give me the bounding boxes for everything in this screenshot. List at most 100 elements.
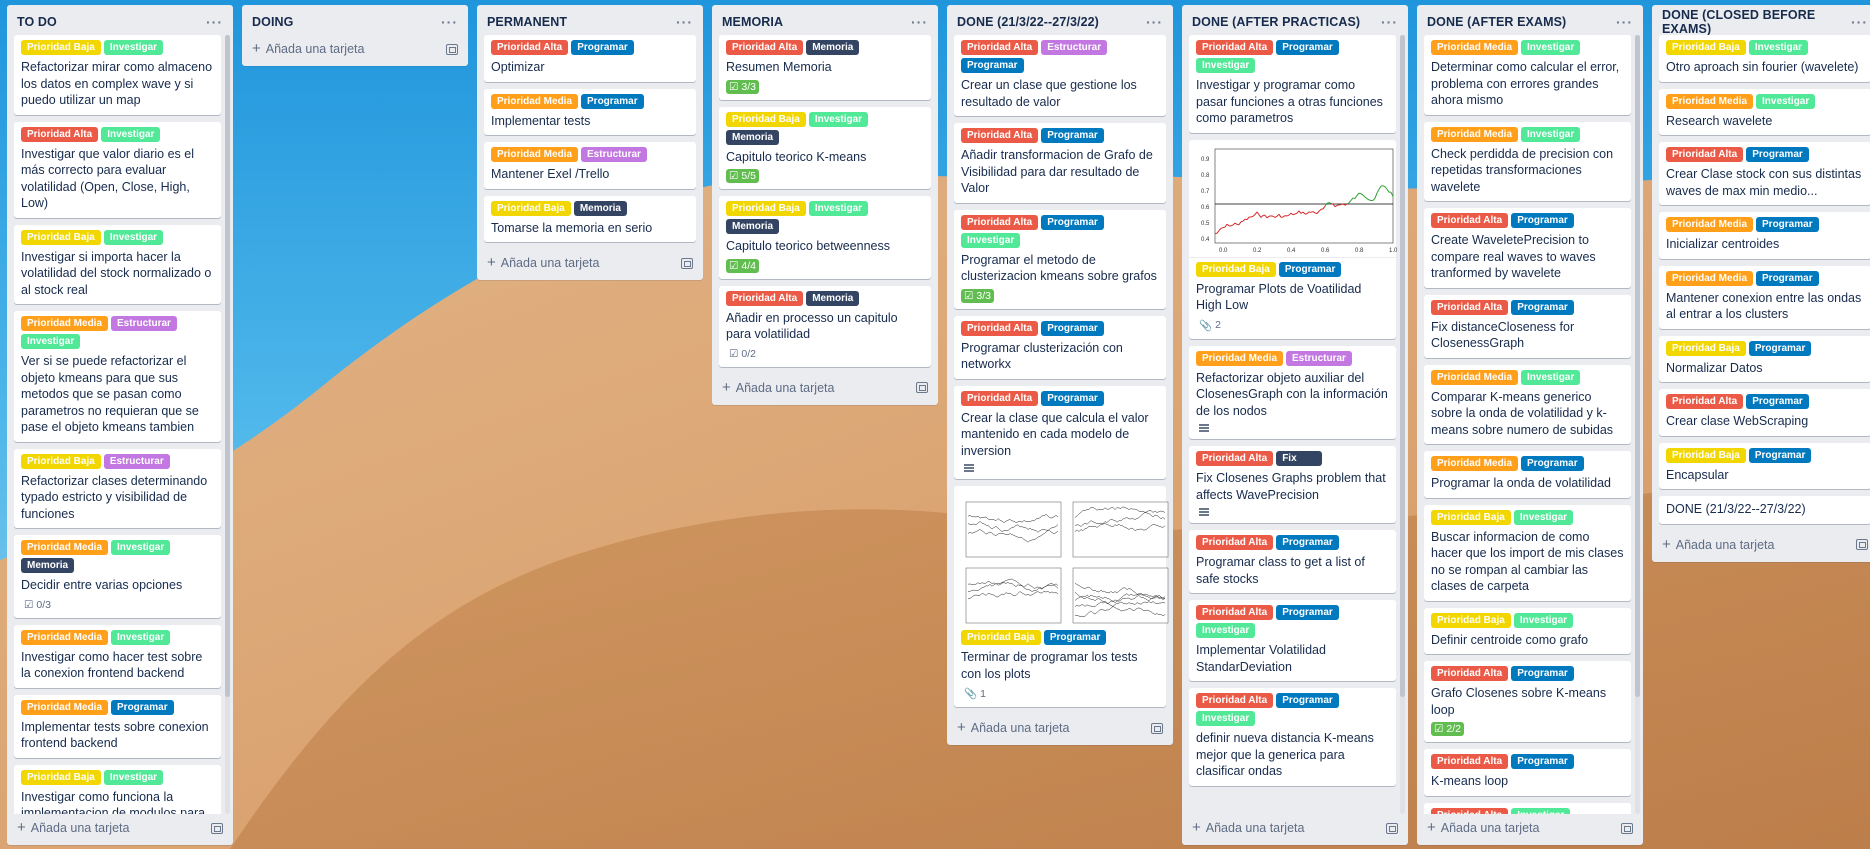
list-menu-icon[interactable]: ··· (1851, 14, 1868, 30)
vertical-scrollbar[interactable] (225, 35, 230, 814)
label-baja[interactable]: Prioridad Baja (1431, 509, 1511, 525)
list-menu-icon[interactable]: ··· (676, 14, 693, 30)
list-title[interactable]: PERMANENT (487, 15, 567, 29)
add-card-button[interactable]: + Añada una tarjeta (1652, 531, 1870, 562)
label-investigar[interactable]: Investigar (1196, 623, 1256, 638)
card[interactable]: Prioridad Media Estructurar Refactorizar o… (1189, 345, 1396, 439)
label-media[interactable]: Prioridad Media (1431, 369, 1519, 385)
card[interactable]: Prioridad Alta Investigar Investigar que v… (14, 121, 221, 218)
list-title[interactable]: DONE (AFTER EXAMS) (1427, 15, 1566, 29)
label-media[interactable]: Prioridad Media (1431, 126, 1519, 142)
card[interactable]: Prioridad Alta Programar Crear Clase stock… (1659, 142, 1870, 205)
label-alta[interactable]: Prioridad Alta (1431, 299, 1509, 315)
card[interactable]: Prioridad Alta Memoria Resumen Memoria ☑ 3/… (719, 35, 931, 100)
label-programar[interactable]: Programar (1511, 213, 1574, 228)
card[interactable]: Prioridad Media Estructurar Mantener Exel … (484, 142, 696, 189)
label-investigar[interactable]: Investigar (103, 769, 164, 785)
add-card-button[interactable]: + Añada una tarjeta (712, 374, 938, 405)
card[interactable]: Prioridad Alta Programar Crear clase WebSc… (1659, 389, 1870, 436)
label-investigar[interactable]: Investigar (1513, 509, 1574, 525)
label-alta[interactable]: Prioridad Alta (1431, 666, 1509, 681)
card[interactable]: Prioridad Alta Programar Crear la clase qu… (954, 385, 1166, 479)
create-from-template-icon[interactable] (1621, 822, 1633, 834)
add-card-button[interactable]: + Añada una tarjeta (7, 814, 233, 845)
label-memoria[interactable]: Memoria (21, 558, 75, 573)
label-baja[interactable]: Prioridad Baja (21, 40, 101, 55)
label-alta[interactable]: Prioridad Alta (961, 390, 1039, 406)
card[interactable]: Prioridad Alta Programar Create WaveletePr… (1424, 208, 1631, 288)
add-card-button[interactable]: + Añada una tarjeta (1417, 814, 1643, 845)
label-estructurar[interactable]: Estructurar (1041, 40, 1108, 55)
label-estructurar[interactable]: Estructurar (111, 316, 177, 331)
card[interactable]: Prioridad Baja Programar Encapsular (1659, 442, 1870, 489)
card[interactable]: Prioridad Alta Programar Investigar Program… (954, 209, 1166, 309)
list-menu-icon[interactable]: ··· (441, 14, 458, 30)
card[interactable]: Prioridad Baja Programar Normalizar Datos (1659, 335, 1870, 382)
add-card-button[interactable]: + Añada una tarjeta (477, 249, 703, 280)
label-baja[interactable]: Prioridad Baja (1196, 261, 1276, 277)
label-investigar[interactable]: Investigar (1521, 369, 1581, 385)
label-alta[interactable]: Prioridad Alta (1431, 213, 1509, 228)
create-from-template-icon[interactable] (1151, 722, 1163, 734)
label-alta[interactable]: Prioridad Alta (1666, 147, 1744, 162)
label-programar[interactable]: Programar (1746, 147, 1809, 162)
label-programar[interactable]: Programar (1041, 390, 1104, 406)
list-title[interactable]: DONE (CLOSED BEFORE EXAMS) (1662, 8, 1851, 36)
label-programar[interactable]: Programar (111, 699, 174, 715)
label-baja[interactable]: Prioridad Baja (21, 769, 101, 785)
list-menu-icon[interactable]: ··· (1381, 14, 1398, 30)
card[interactable]: Prioridad Baja Investigar Investigar si im… (14, 224, 221, 304)
card[interactable]: Prioridad Media Investigar Comparar K-mean… (1424, 364, 1631, 444)
label-estructurar[interactable]: Estructurar (103, 453, 170, 469)
label-memoria[interactable]: Memoria (726, 219, 780, 234)
label-media[interactable]: Prioridad Media (21, 699, 109, 715)
card[interactable]: Prioridad Media Programar Implementar test… (484, 88, 696, 135)
card[interactable]: Prioridad Alta Programar K-means loop (1424, 749, 1631, 796)
card[interactable]: Prioridad Alta Estructurar Programar Crear … (954, 35, 1166, 116)
label-media[interactable]: Prioridad Media (1196, 350, 1284, 366)
card[interactable]: Prioridad Alta Programar Programar class t… (1189, 530, 1396, 593)
card[interactable]: Prioridad Alta Programar Programar cluster… (954, 315, 1166, 379)
create-from-template-icon[interactable] (446, 43, 458, 55)
label-programar[interactable]: Programar (1276, 40, 1339, 55)
label-estructurar[interactable]: Estructurar (581, 147, 647, 162)
card[interactable]: Prioridad Media Programar Mantener conexio… (1659, 265, 1870, 329)
card[interactable]: Prioridad Baja Investigar Memoria Capitulo … (719, 196, 931, 279)
label-programar[interactable]: Programar (1746, 394, 1809, 409)
label-alta[interactable]: Prioridad Alta (1196, 535, 1274, 550)
label-alta[interactable]: Prioridad Alta (961, 214, 1039, 230)
add-card-button[interactable]: + Añada una tarjeta (242, 35, 468, 66)
label-alta[interactable]: Prioridad Alta (726, 40, 804, 55)
list-title[interactable]: DOING (252, 15, 293, 29)
label-baja[interactable]: Prioridad Baja (21, 229, 101, 245)
create-from-template-icon[interactable] (1856, 539, 1868, 550)
label-media[interactable]: Prioridad Media (21, 540, 109, 555)
card[interactable]: Prioridad Baja Investigar Definir centroid… (1424, 607, 1631, 654)
label-media[interactable]: Prioridad Media (1431, 456, 1519, 471)
list-title[interactable]: MEMORIA (722, 15, 783, 29)
label-programar[interactable]: Programar (571, 40, 634, 55)
label-programar[interactable]: Programar (1041, 320, 1104, 336)
label-fix[interactable]: Fix (1276, 451, 1323, 466)
card[interactable]: Prioridad Baja Memoria Tomarse la memoria … (484, 195, 696, 242)
card[interactable]: Prioridad Media Investigar Check perdidda … (1424, 121, 1631, 201)
scrollbar-thumb[interactable] (1400, 35, 1405, 698)
card[interactable]: Prioridad Media Investigar Investigar como… (14, 624, 221, 688)
label-baja[interactable]: Prioridad Baja (1666, 340, 1746, 356)
label-alta[interactable]: Prioridad Alta (961, 320, 1039, 336)
card[interactable]: Prioridad Alta Programar Investigar Investi… (1189, 35, 1396, 133)
list-menu-icon[interactable]: ··· (1616, 14, 1633, 30)
card[interactable]: Prioridad Media Estructurar Investigar Ver … (14, 311, 221, 442)
label-media[interactable]: Prioridad Media (491, 93, 579, 109)
add-card-button[interactable]: + Añada una tarjeta (947, 714, 1173, 745)
card[interactable]: Prioridad Media Programar Implementar test… (14, 694, 221, 758)
label-memoria[interactable]: Memoria (806, 290, 860, 306)
scrollbar-thumb[interactable] (1635, 35, 1640, 698)
label-programar[interactable]: Programar (1041, 214, 1104, 230)
label-alta[interactable]: Prioridad Alta (1196, 451, 1274, 466)
label-alta[interactable]: Prioridad Alta (1666, 394, 1744, 409)
label-baja[interactable]: Prioridad Baja (961, 630, 1041, 645)
card[interactable]: Prioridad Alta Memoria Añadir en processo … (719, 285, 931, 367)
card[interactable]: Prioridad Media Programar Inicializar cent… (1659, 212, 1870, 259)
label-memoria[interactable]: Memoria (573, 200, 627, 216)
